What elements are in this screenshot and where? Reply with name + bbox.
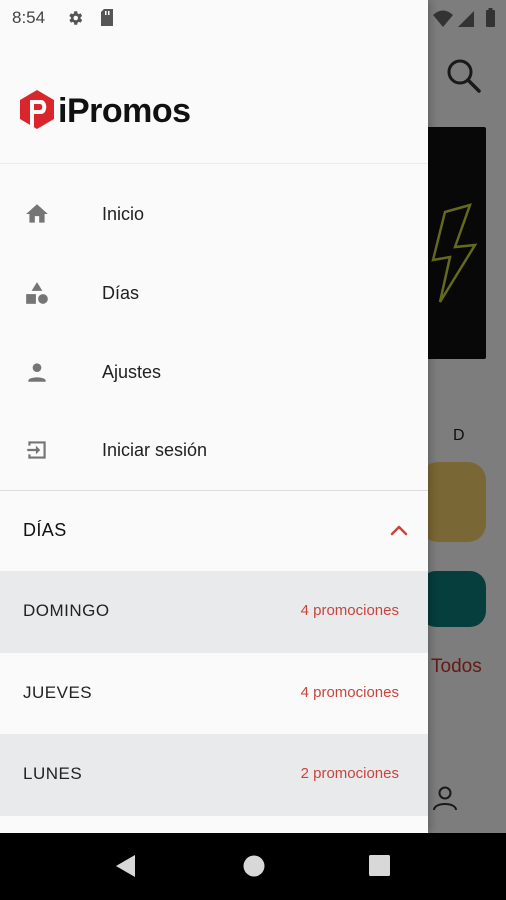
logo-text: iPromos [58, 91, 191, 130]
days-section-header[interactable]: DÍAS [0, 491, 428, 571]
recent-apps-icon[interactable] [369, 855, 390, 876]
ipromos-logo: iPromos [18, 86, 191, 136]
home-circle-icon[interactable] [243, 855, 265, 877]
sd-card-icon [101, 9, 113, 26]
login-icon [27, 441, 46, 459]
battery-icon [486, 10, 495, 27]
navigation-drawer: iPromos Inicio Días Ajustes Iniciar sesi… [0, 0, 428, 833]
status-bar: 8:54 [0, 0, 506, 36]
menu-item-label: Ajustes [102, 361, 162, 382]
day-row-lunes[interactable]: LUNES 2 promociones [0, 734, 428, 816]
menu-item-label: Inicio [102, 203, 145, 224]
signal-icon [458, 11, 474, 27]
day-row-domingo[interactable]: DOMINGO 4 promociones [0, 571, 428, 653]
menu-item-label: Días [102, 282, 140, 303]
home-icon [26, 204, 48, 223]
back-icon[interactable] [113, 853, 139, 879]
logo-mark-icon [20, 90, 54, 132]
promo-count: 4 promociones [300, 684, 399, 701]
day-name: JUEVES [23, 683, 93, 702]
promo-count: 4 promociones [300, 602, 399, 619]
header-divider [0, 163, 428, 164]
days-section-title: DÍAS [23, 520, 67, 540]
menu-item-label: Iniciar sesión [102, 439, 208, 460]
menu-item-ajustes[interactable]: Ajustes [0, 333, 428, 411]
menu-item-dias[interactable]: Días [0, 254, 428, 332]
person-icon [28, 363, 46, 382]
gear-icon [69, 11, 83, 25]
chevron-up-icon[interactable] [388, 519, 410, 541]
day-row-jueves[interactable]: JUEVES 4 promociones [0, 653, 428, 735]
menu-item-inicio[interactable]: Inicio [0, 175, 428, 253]
shapes-icon [26, 282, 48, 304]
day-name: DOMINGO [23, 601, 110, 620]
system-navigation-bar [0, 833, 506, 900]
wifi-icon [433, 10, 453, 27]
system-status-icons [433, 8, 495, 27]
status-time: 8:54 [12, 8, 46, 27]
menu-item-iniciar-sesion[interactable]: Iniciar sesión [0, 411, 428, 489]
day-name: LUNES [23, 764, 83, 783]
promo-count: 2 promociones [300, 765, 399, 782]
